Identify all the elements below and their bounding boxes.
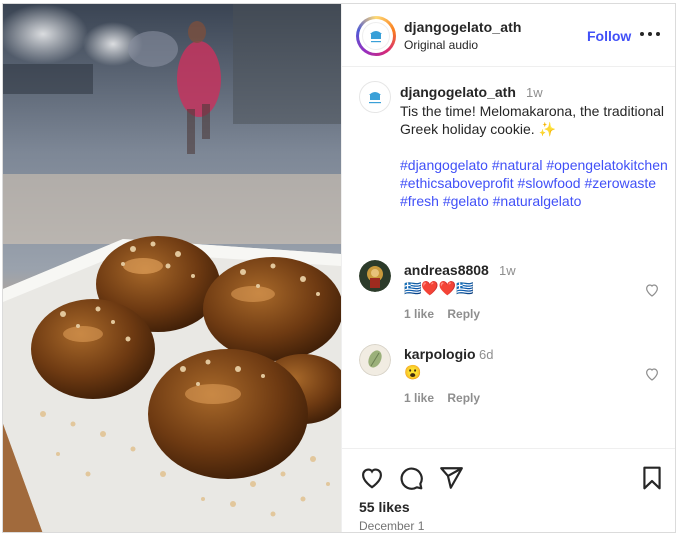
comment-item: andreas8808 1w 🇬🇷❤️❤️🇬🇷 1 like Reply <box>342 260 675 340</box>
hashtag-link[interactable]: #fresh <box>400 193 439 209</box>
more-icon[interactable] <box>639 26 661 42</box>
comment-text: 😮 <box>404 364 422 380</box>
bookmark-icon[interactable] <box>639 465 665 491</box>
caption-timestamp[interactable]: 1w <box>526 85 543 100</box>
comment-likes-count[interactable]: 1 like <box>404 391 434 405</box>
caption-hashtags: #djangogelato #natural #opengelatokitche… <box>400 156 670 210</box>
post-photo[interactable] <box>3 4 341 532</box>
comment-text: 🇬🇷❤️❤️🇬🇷 <box>404 280 474 296</box>
hashtag-link[interactable]: #naturalgelato <box>493 193 582 209</box>
post-details-panel: djangogelato_ath Original audio Follow d… <box>341 4 675 532</box>
caption-text: Tis the time! Melomakarona, the traditio… <box>400 103 665 137</box>
post-header: djangogelato_ath Original audio Follow <box>342 4 675 67</box>
author-avatar[interactable] <box>356 16 396 56</box>
hashtag-link[interactable]: #slowfood <box>518 175 581 191</box>
post-modal: djangogelato_ath Original audio Follow d… <box>2 3 676 533</box>
likes-count[interactable]: 55 likes <box>359 499 410 515</box>
melomakarona-photo <box>3 4 341 532</box>
comment-likes-count[interactable]: 1 like <box>404 307 434 321</box>
hashtag-link[interactable]: #opengelatokitchen <box>546 157 667 173</box>
commenter-avatar[interactable] <box>359 344 391 376</box>
comment-item: karpologio 6d 😮 1 like Reply <box>342 344 675 424</box>
hashtag-link[interactable]: #gelato <box>443 193 489 209</box>
audio-label[interactable]: Original audio <box>404 38 478 52</box>
comment-username[interactable]: karpologio <box>404 346 476 362</box>
hashtag-link[interactable]: #zerowaste <box>584 175 656 191</box>
comment-timestamp[interactable]: 6d <box>479 347 493 362</box>
caption-author-avatar[interactable] <box>359 81 391 113</box>
comment-username[interactable]: andreas8808 <box>404 262 489 278</box>
heart-icon[interactable] <box>359 465 385 491</box>
comment-heart-icon[interactable] <box>644 282 660 298</box>
hashtag-link[interactable]: #ethicsaboveprofit <box>400 175 514 191</box>
author-username[interactable]: djangogelato_ath <box>404 19 522 35</box>
post-date[interactable]: December 1 <box>359 519 424 532</box>
share-icon[interactable] <box>438 465 464 491</box>
comment-timestamp[interactable]: 1w <box>499 263 516 278</box>
comment-icon[interactable] <box>398 465 424 491</box>
comment-reply-button[interactable]: Reply <box>447 391 480 405</box>
hashtag-link[interactable]: #djangogelato <box>400 157 488 173</box>
comment-actions: 1 like Reply <box>404 391 490 405</box>
follow-button[interactable]: Follow <box>587 28 631 44</box>
comment-heart-icon[interactable] <box>644 366 660 382</box>
django-gelato-logo-icon <box>362 22 390 50</box>
comment-reply-button[interactable]: Reply <box>447 307 480 321</box>
post-action-bar: 55 likes December 1 <box>342 448 675 532</box>
comment-actions: 1 like Reply <box>404 307 490 321</box>
commenter-avatar[interactable] <box>359 260 391 292</box>
django-gelato-logo-icon <box>369 92 381 104</box>
hashtag-link[interactable]: #natural <box>492 157 543 173</box>
caption-username[interactable]: djangogelato_ath <box>400 84 516 100</box>
